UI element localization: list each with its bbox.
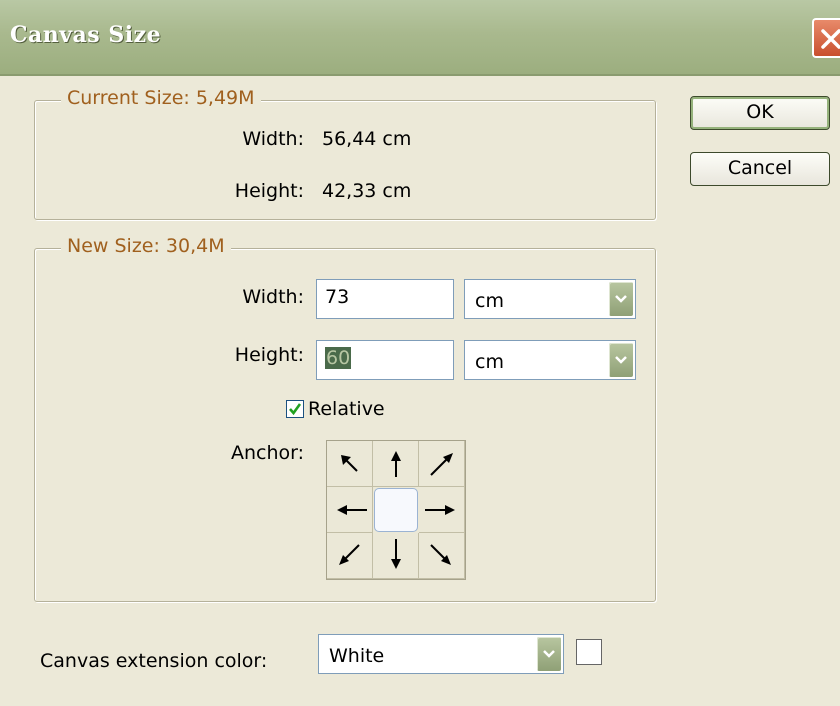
chevron-down-icon — [543, 650, 555, 658]
width-input[interactable]: 73 — [316, 279, 454, 319]
close-icon — [821, 29, 840, 49]
height-unit-select[interactable]: cm — [464, 340, 636, 380]
extension-color-label: Canvas extension color: — [40, 650, 268, 672]
current-width-value: 56,44 cm — [322, 128, 412, 150]
width-input-value: 73 — [325, 286, 350, 308]
anchor-top[interactable] — [373, 441, 419, 487]
new-size-legend: New Size: 30,4M — [61, 235, 231, 257]
anchor-top-left[interactable] — [327, 441, 373, 487]
current-height-label: Height: — [234, 180, 304, 202]
dialog-body: Current Size: 5,49M Width: 56,44 cm Heig… — [0, 76, 840, 706]
current-height-value: 42,33 cm — [322, 180, 412, 202]
cancel-button[interactable]: Cancel — [690, 152, 830, 186]
anchor-bottom-left[interactable] — [327, 533, 373, 579]
anchor-center[interactable] — [374, 488, 418, 532]
relative-label[interactable]: Relative — [308, 398, 385, 420]
checkmark-icon — [289, 403, 302, 416]
extension-color-dropdown-button[interactable] — [537, 637, 561, 671]
height-unit-value: cm — [475, 351, 504, 373]
arrow-right-icon — [425, 505, 455, 515]
new-height-label: Height: — [234, 344, 304, 366]
arrow-left-icon — [337, 505, 367, 515]
chevron-down-icon — [615, 356, 627, 364]
relative-checkbox[interactable] — [286, 400, 304, 418]
window-title: Canvas Size — [10, 22, 162, 48]
arrow-up-left-icon — [341, 455, 358, 472]
current-size-legend: Current Size: 5,49M — [61, 87, 261, 109]
anchor-top-right[interactable] — [419, 441, 465, 487]
anchor-bottom[interactable] — [373, 533, 419, 579]
arrow-down-right-icon — [430, 544, 451, 565]
extension-color-swatch[interactable] — [576, 639, 602, 665]
extension-color-select[interactable]: White — [318, 634, 564, 674]
arrow-down-left-icon — [339, 544, 360, 565]
chevron-down-icon — [615, 295, 627, 303]
arrow-down-icon — [391, 539, 401, 569]
anchor-right[interactable] — [419, 487, 465, 533]
width-unit-select[interactable]: cm — [464, 279, 636, 319]
current-width-label: Width: — [242, 128, 304, 150]
arrow-up-right-icon — [430, 453, 453, 476]
width-unit-dropdown-button[interactable] — [609, 282, 633, 316]
width-unit-value: cm — [475, 290, 504, 312]
anchor-grid — [326, 440, 466, 580]
close-button[interactable] — [812, 18, 840, 58]
arrow-up-icon — [391, 451, 401, 477]
current-size-group: Current Size: 5,49M — [34, 87, 656, 220]
extension-color-value: White — [329, 645, 385, 667]
anchor-left[interactable] — [327, 487, 373, 533]
title-bar: Canvas Size — [0, 0, 840, 76]
height-unit-dropdown-button[interactable] — [609, 343, 633, 377]
ok-button[interactable]: OK — [690, 96, 830, 130]
anchor-label: Anchor: — [230, 442, 304, 464]
new-width-label: Width: — [242, 286, 304, 308]
height-input-value: 60 — [325, 347, 352, 369]
anchor-bottom-right[interactable] — [419, 533, 465, 579]
height-input[interactable]: 60 — [316, 340, 454, 380]
